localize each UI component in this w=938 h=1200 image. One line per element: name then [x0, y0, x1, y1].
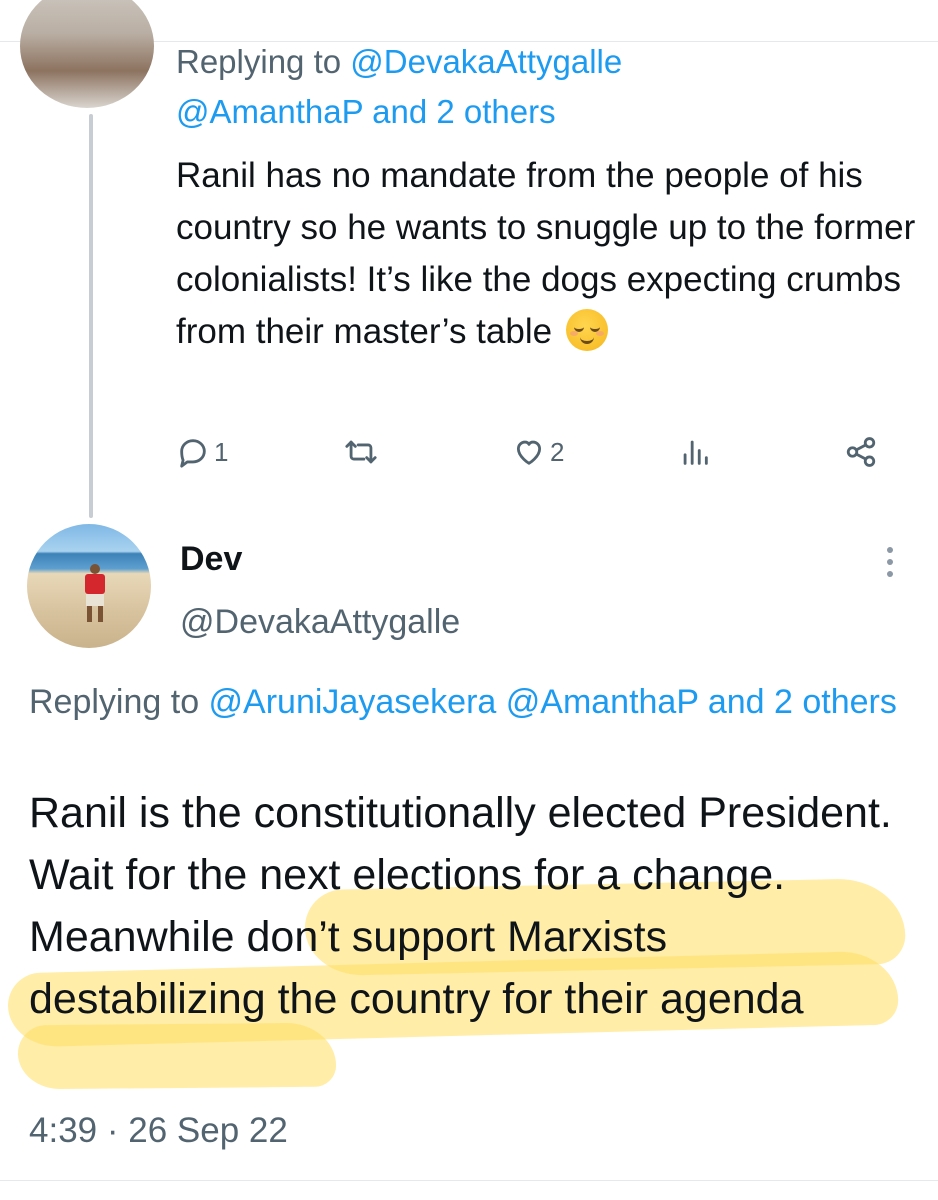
author-handle[interactable]: @DevakaAttygalle	[180, 600, 460, 644]
share-icon	[846, 437, 876, 467]
relieved-face-emoji-icon	[565, 309, 608, 351]
retweet-icon	[345, 440, 377, 464]
analytics-button[interactable]	[678, 430, 712, 474]
reply-icon	[180, 439, 206, 468]
like-count: 2	[550, 436, 565, 467]
mention-others-link[interactable]: @AmanthaP and 2 others	[176, 92, 556, 132]
main-tweet-replying-to: Replying to @AruniJayasekera @AmanthaP a…	[29, 674, 909, 730]
share-button[interactable]	[844, 430, 878, 474]
reply-count: 1	[214, 436, 229, 467]
retweet-button[interactable]	[344, 430, 378, 474]
author-display-name[interactable]: Dev	[180, 538, 242, 580]
previous-tweet-body: Ranil has no mandate from the people of …	[176, 156, 916, 351]
author-avatar[interactable]	[27, 524, 151, 648]
bottom-divider	[0, 1180, 938, 1181]
like-icon	[516, 440, 542, 465]
previous-tweet-replying-to: Replying to @DevakaAttygalle	[176, 42, 622, 82]
analytics-icon	[683, 440, 708, 465]
replying-to-label: Replying to	[29, 683, 209, 721]
reply-button[interactable]: 1	[176, 430, 228, 474]
tweet-timestamp[interactable]: 4:39 · 26 Sep 22	[29, 1106, 288, 1156]
mentions-link[interactable]: @AruniJayasekera @AmanthaP and 2 others	[209, 683, 897, 721]
previous-tweet-avatar[interactable]	[20, 0, 154, 108]
previous-tweet-text: Ranil has no mandate from the people of …	[176, 150, 916, 358]
mention-link[interactable]: @DevakaAttygalle	[350, 43, 622, 80]
highlight-mark	[17, 1022, 337, 1090]
thread-connector-line	[89, 114, 93, 518]
main-tweet-text: Ranil is the constitutionally elected Pr…	[29, 789, 892, 1023]
more-icon[interactable]	[880, 544, 900, 580]
replying-to-label: Replying to	[176, 43, 351, 80]
like-button[interactable]: 2	[512, 430, 564, 474]
